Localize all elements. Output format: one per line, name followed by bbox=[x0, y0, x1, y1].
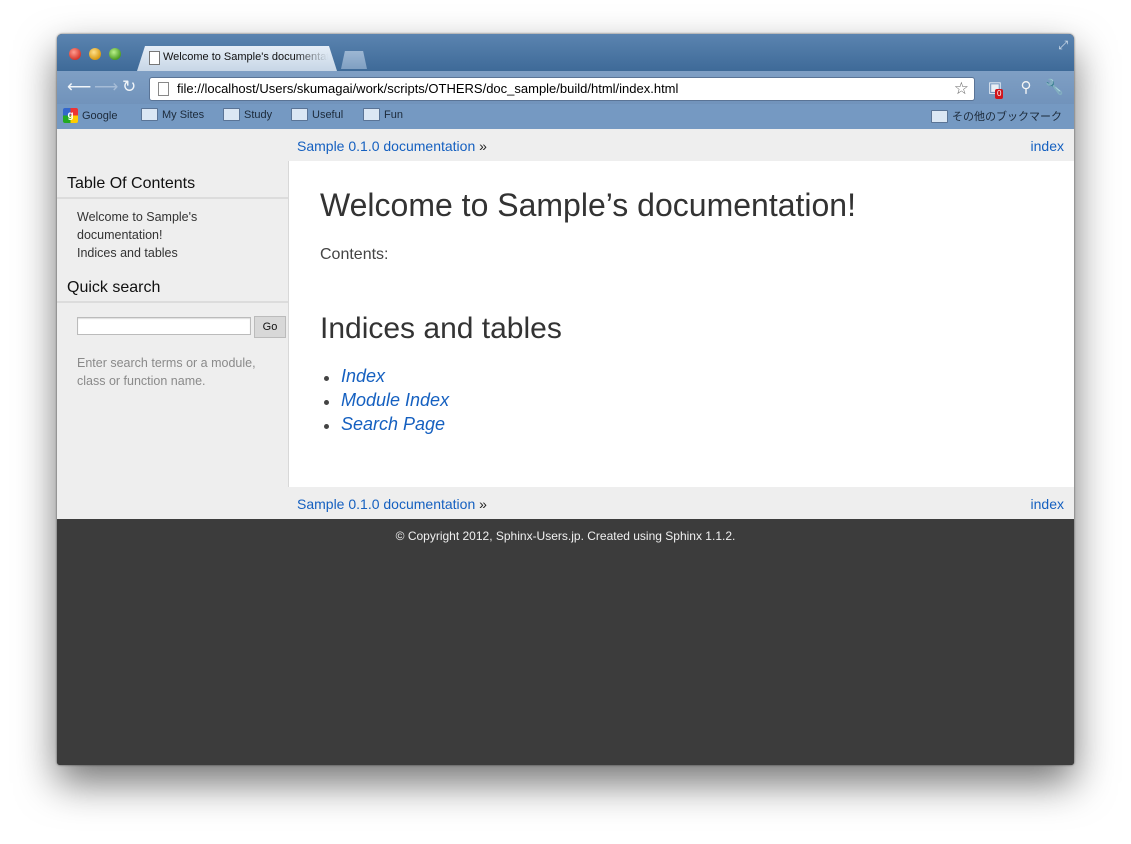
page-content: Sample 0.1.0 documentation » index Table… bbox=[57, 129, 1074, 765]
home-link[interactable]: Sample 0.1.0 documentation bbox=[297, 496, 475, 512]
footer-copyright: © Copyright 2012, Sphinx-Users.jp. Creat… bbox=[395, 529, 736, 543]
home-link[interactable]: Sample 0.1.0 documentation bbox=[297, 138, 475, 154]
browser-toolbar: ⟵ ⟶ ↻ file://localhost/Users/skumagai/wo… bbox=[57, 71, 1074, 104]
bookmarks-bar: g Google My Sites Study Useful Fun その他のブ… bbox=[57, 104, 1074, 129]
close-window-button[interactable] bbox=[69, 48, 81, 60]
back-arrow-icon[interactable]: ⟵ bbox=[67, 78, 91, 95]
quick-search-heading: Quick search bbox=[67, 279, 161, 296]
top-breadcrumb: Sample 0.1.0 documentation » bbox=[297, 138, 487, 154]
top-related-bar: Sample 0.1.0 documentation » index bbox=[57, 129, 1074, 161]
bookmark-folder-fun[interactable]: Fun bbox=[363, 108, 403, 121]
divider bbox=[57, 301, 288, 303]
link-search-page[interactable]: Search Page bbox=[323, 414, 449, 438]
wrench-icon[interactable]: 🔧 bbox=[1045, 79, 1064, 97]
link-index[interactable]: Index bbox=[323, 366, 449, 390]
address-bar[interactable]: file://localhost/Users/skumagai/work/scr… bbox=[149, 77, 975, 101]
bottom-related-bar: Sample 0.1.0 documentation » index bbox=[57, 487, 1074, 519]
bookmark-folder-my-sites[interactable]: My Sites bbox=[141, 108, 204, 121]
contents-label: Contents: bbox=[320, 246, 389, 263]
page-icon bbox=[149, 51, 160, 65]
go-button[interactable]: Go bbox=[254, 316, 286, 338]
folder-icon bbox=[363, 108, 380, 121]
sidebar: Table Of Contents Welcome to Sample's do… bbox=[57, 161, 288, 487]
footer: © Copyright 2012, Sphinx-Users.jp. Creat… bbox=[57, 519, 1074, 765]
fullscreen-icon[interactable]: ⤢ bbox=[1058, 38, 1068, 53]
search-hint: Enter search terms or a module, class or… bbox=[77, 356, 256, 388]
title-bar: Welcome to Sample's documentation! ⤢ bbox=[57, 34, 1074, 71]
extension-badge: 0 bbox=[995, 89, 1004, 99]
section-title: Indices and tables bbox=[320, 312, 562, 345]
forward-arrow-icon[interactable]: ⟶ bbox=[94, 78, 118, 95]
url-text: file://localhost/Users/skumagai/work/scr… bbox=[177, 81, 679, 96]
indices-link-list: Index Module Index Search Page bbox=[323, 366, 449, 438]
tab-title: Welcome to Sample's documentation! bbox=[163, 51, 328, 63]
folder-icon bbox=[223, 108, 240, 121]
extension-icon[interactable]: ▣ 0 bbox=[986, 79, 1004, 99]
bookmark-folder-useful[interactable]: Useful bbox=[291, 108, 343, 121]
reload-icon[interactable]: ↻ bbox=[122, 78, 136, 95]
zoom-window-button[interactable] bbox=[109, 48, 121, 60]
bottom-breadcrumb: Sample 0.1.0 documentation » bbox=[297, 496, 487, 512]
minimize-window-button[interactable] bbox=[89, 48, 101, 60]
index-link[interactable]: index bbox=[1031, 138, 1064, 154]
divider bbox=[57, 197, 288, 199]
folder-icon bbox=[291, 108, 308, 121]
folder-icon bbox=[141, 108, 158, 121]
bookmark-folder-study[interactable]: Study bbox=[223, 108, 272, 121]
link-module-index[interactable]: Module Index bbox=[323, 390, 449, 414]
toc-item-welcome[interactable]: Welcome to Sample's documentation! bbox=[77, 208, 227, 244]
browser-window: Welcome to Sample's documentation! ⤢ ⟵ ⟶… bbox=[57, 34, 1074, 765]
bookmark-star-icon[interactable]: ☆ bbox=[954, 79, 969, 99]
toc-heading: Table Of Contents bbox=[67, 175, 196, 192]
new-tab-button[interactable] bbox=[341, 51, 367, 69]
toc-item-indices[interactable]: Indices and tables bbox=[77, 244, 227, 262]
breadcrumb-separator: » bbox=[479, 138, 487, 154]
page-title: Welcome to Sample’s documentation! bbox=[320, 187, 856, 223]
other-bookmarks-folder[interactable]: その他のブックマーク bbox=[931, 108, 1062, 124]
index-link[interactable]: index bbox=[1031, 496, 1064, 512]
wand-extension-icon[interactable]: ⚲ bbox=[1017, 79, 1035, 97]
document-body: Welcome to Sample’s documentation! Conte… bbox=[288, 161, 1074, 487]
page-icon bbox=[158, 82, 169, 96]
folder-icon bbox=[931, 109, 948, 123]
browser-tab[interactable]: Welcome to Sample's documentation! bbox=[137, 46, 337, 71]
breadcrumb-separator: » bbox=[479, 496, 487, 512]
bookmark-google[interactable]: g Google bbox=[63, 108, 117, 123]
google-icon: g bbox=[63, 108, 78, 123]
search-input[interactable] bbox=[77, 317, 251, 335]
